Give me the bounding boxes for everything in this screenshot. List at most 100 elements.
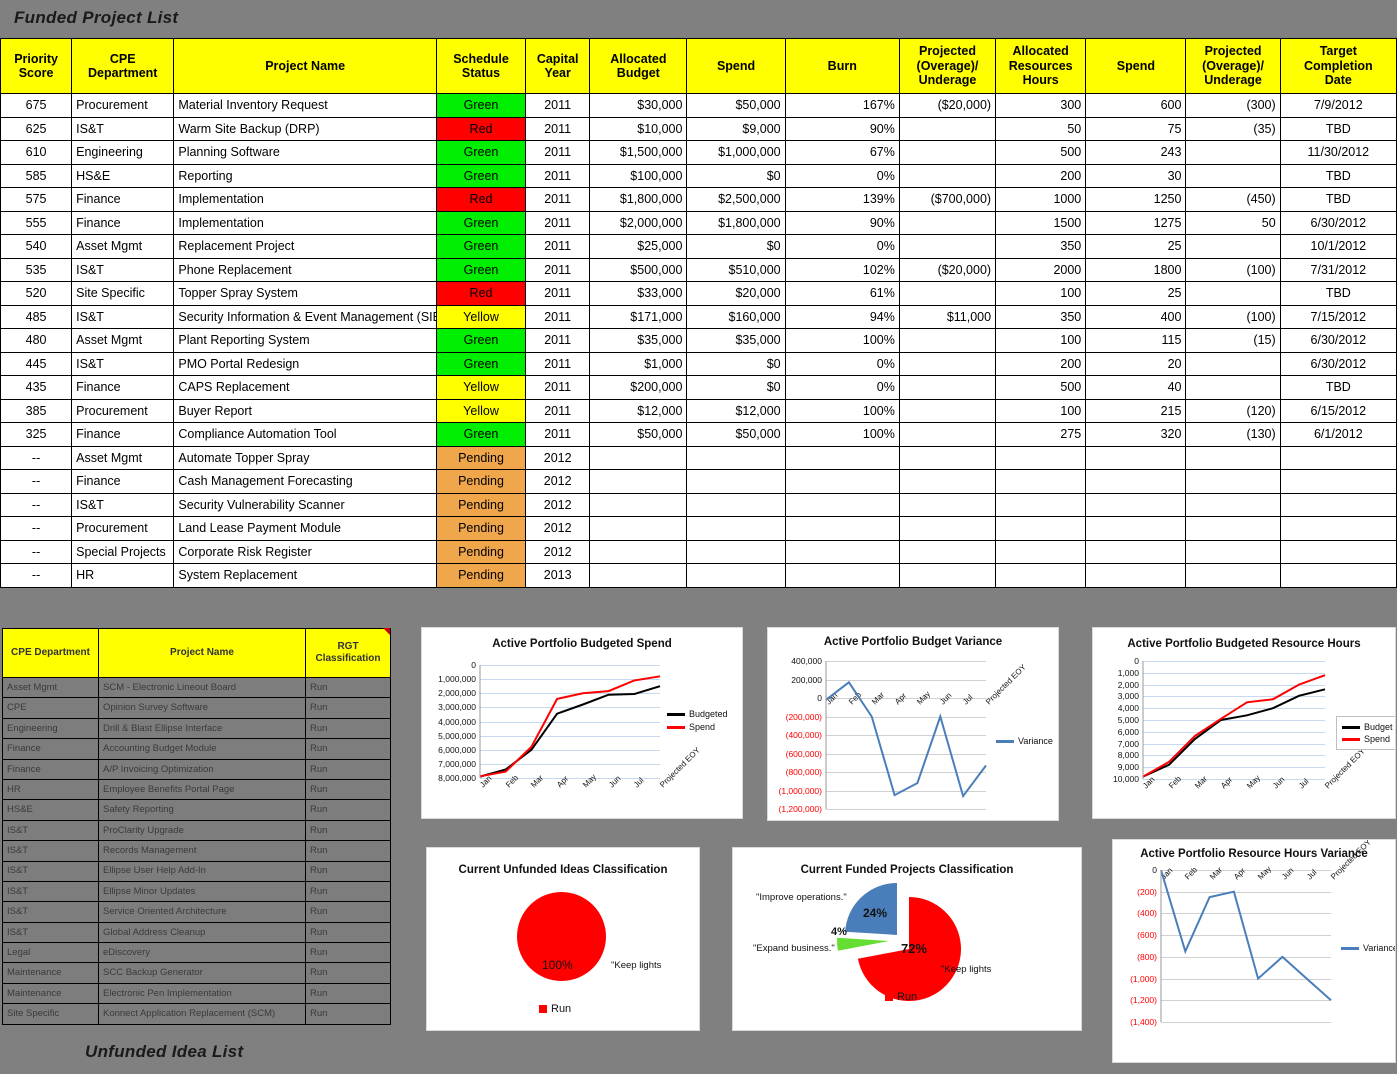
budget-spend[interactable]: $0	[686, 163, 786, 188]
burn[interactable]: 100%	[784, 328, 900, 353]
table-row[interactable]: -- HR System Replacement Pending 2013	[0, 563, 1397, 588]
rgt-classification[interactable]: Run	[305, 901, 391, 923]
table-row[interactable]: IS&T Ellipse Minor Updates Run	[2, 880, 391, 903]
cpe-department[interactable]: Special Projects	[71, 539, 175, 564]
hours-spend[interactable]: 600	[1085, 93, 1187, 118]
burn[interactable]: 67%	[784, 140, 900, 165]
allocated-budget[interactable]	[589, 469, 688, 494]
allocated-resource-hours[interactable]	[995, 445, 1087, 470]
cpe-department[interactable]: Asset Mgmt	[71, 328, 175, 353]
project-name[interactable]: Topper Spray System	[173, 281, 437, 306]
capital-year[interactable]: 2011	[525, 93, 591, 118]
cpe-department[interactable]: IS&T	[2, 819, 99, 842]
table-row[interactable]: 480 Asset Mgmt Plant Reporting System Green…	[0, 328, 1397, 353]
allocated-resource-hours[interactable]: 350	[995, 234, 1087, 259]
projected-budget-variance[interactable]	[898, 328, 997, 353]
cpe-department[interactable]: IS&T	[71, 492, 175, 517]
capital-year[interactable]: 2011	[525, 210, 591, 235]
projected-hours-variance[interactable]	[1185, 539, 1281, 564]
capital-year[interactable]: 2012	[525, 445, 591, 470]
target-completion-date[interactable]: TBD	[1279, 116, 1397, 141]
cpe-department[interactable]: IS&T	[2, 860, 99, 882]
allocated-budget[interactable]: $10,000	[589, 116, 688, 141]
project-name[interactable]: SCM - Electronic Lineout Board	[98, 676, 306, 699]
target-completion-date[interactable]	[1279, 516, 1397, 541]
project-name[interactable]: Global Address Cleanup	[98, 921, 306, 944]
rgt-classification[interactable]: Run	[305, 1003, 391, 1025]
allocated-budget[interactable]	[589, 492, 688, 517]
allocated-budget[interactable]	[589, 445, 688, 470]
allocated-resource-hours[interactable]	[995, 516, 1087, 541]
allocated-budget[interactable]: $50,000	[589, 422, 688, 447]
project-name[interactable]: Automate Topper Spray	[173, 445, 437, 470]
burn[interactable]: 0%	[784, 351, 900, 376]
cpe-department[interactable]: Procurement	[71, 516, 175, 541]
projected-hours-variance[interactable]	[1185, 445, 1281, 470]
priority-score[interactable]: --	[0, 563, 73, 588]
target-completion-date[interactable]: 7/31/2012	[1279, 257, 1397, 282]
project-name[interactable]: Phone Replacement	[173, 257, 437, 282]
hours-spend[interactable]: 115	[1085, 328, 1187, 353]
table-row[interactable]: 610 Engineering Planning Software Green 2011…	[0, 140, 1397, 165]
projected-budget-variance[interactable]	[898, 492, 997, 517]
burn[interactable]	[784, 445, 900, 470]
projected-budget-variance[interactable]	[898, 210, 997, 235]
cpe-department[interactable]: Engineering	[2, 717, 99, 740]
allocated-budget[interactable]: $1,000	[589, 351, 688, 376]
projected-hours-variance[interactable]	[1185, 469, 1281, 494]
target-completion-date[interactable]	[1279, 539, 1397, 564]
target-completion-date[interactable]: 7/15/2012	[1279, 304, 1397, 329]
project-name[interactable]: CAPS Replacement	[173, 375, 437, 400]
project-name[interactable]: Employee Benefits Portal Page	[98, 778, 306, 801]
table-row[interactable]: CPE Opinion Survey Software Run	[2, 697, 391, 719]
projected-hours-variance[interactable]	[1185, 516, 1281, 541]
project-name[interactable]: SCC Backup Generator	[98, 962, 306, 984]
allocated-budget[interactable]	[589, 516, 688, 541]
allocated-resource-hours[interactable]: 50	[995, 116, 1087, 141]
schedule-status[interactable]: Yellow	[435, 375, 527, 400]
allocated-resource-hours[interactable]	[995, 563, 1087, 588]
cpe-department[interactable]: Asset Mgmt	[71, 234, 175, 259]
allocated-budget[interactable]: $33,000	[589, 281, 688, 306]
schedule-status[interactable]: Green	[435, 328, 527, 353]
hours-spend[interactable]: 1275	[1085, 210, 1187, 235]
allocated-budget[interactable]	[589, 539, 688, 564]
project-name[interactable]: Drill & Blast Ellipse Interface	[98, 717, 306, 740]
hours-spend[interactable]	[1085, 563, 1187, 588]
allocated-resource-hours[interactable]: 275	[995, 422, 1087, 447]
projected-hours-variance[interactable]: (35)	[1185, 116, 1281, 141]
burn[interactable]: 94%	[784, 304, 900, 329]
projected-hours-variance[interactable]	[1185, 375, 1281, 400]
project-name[interactable]: Opinion Survey Software	[98, 697, 306, 719]
table-row[interactable]: 435 Finance CAPS Replacement Yellow 2011 $200…	[0, 375, 1397, 400]
projected-hours-variance[interactable]	[1185, 492, 1281, 517]
schedule-status[interactable]: Green	[435, 163, 527, 188]
target-completion-date[interactable]: TBD	[1279, 187, 1397, 212]
table-row[interactable]: 675 Procurement Material Inventory Request…	[0, 93, 1397, 118]
table-row[interactable]: IS&T Ellipse User Help Add-In Run	[2, 860, 391, 882]
priority-score[interactable]: --	[0, 469, 73, 494]
projected-hours-variance[interactable]	[1185, 281, 1281, 306]
rgt-classification[interactable]: Run	[305, 778, 391, 801]
priority-score[interactable]: 520	[0, 281, 73, 306]
project-name[interactable]: Compliance Automation Tool	[173, 422, 437, 447]
hours-spend[interactable]	[1085, 492, 1187, 517]
table-row[interactable]: 535 IS&T Phone Replacement Green 2011 $500,00…	[0, 257, 1397, 282]
priority-score[interactable]: 435	[0, 375, 73, 400]
budget-spend[interactable]	[686, 445, 786, 470]
project-name[interactable]: Replacement Project	[173, 234, 437, 259]
budget-spend[interactable]: $1,800,000	[686, 210, 786, 235]
burn[interactable]: 102%	[784, 257, 900, 282]
allocated-resource-hours[interactable]	[995, 492, 1087, 517]
target-completion-date[interactable]: 7/9/2012	[1279, 93, 1397, 118]
hours-spend[interactable]	[1085, 445, 1187, 470]
projected-budget-variance[interactable]	[898, 281, 997, 306]
projected-hours-variance[interactable]: (100)	[1185, 304, 1281, 329]
table-row[interactable]: Site Specific Konnect Application Replace…	[2, 1003, 391, 1025]
projected-budget-variance[interactable]	[898, 563, 997, 588]
budget-spend[interactable]: $12,000	[686, 398, 786, 423]
project-name[interactable]: PMO Portal Redesign	[173, 351, 437, 376]
hours-spend[interactable]: 75	[1085, 116, 1187, 141]
table-row[interactable]: Asset Mgmt SCM - Electronic Lineout Board…	[2, 676, 391, 699]
schedule-status[interactable]: Green	[435, 257, 527, 282]
